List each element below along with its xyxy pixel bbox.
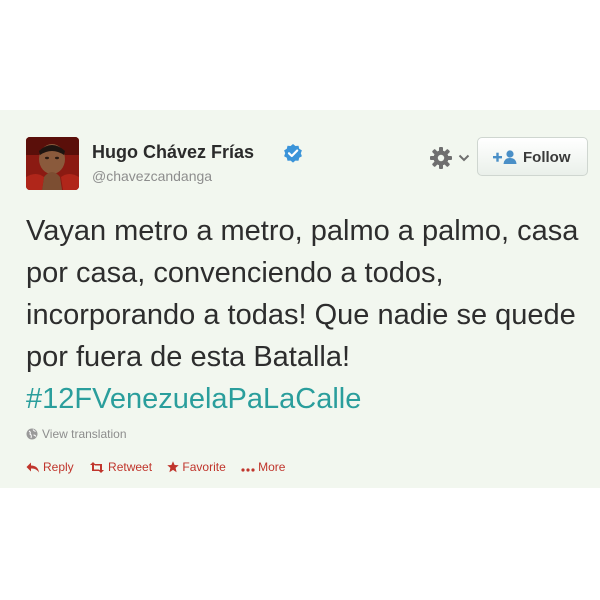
gear-icon bbox=[430, 147, 452, 169]
tweet-card: Hugo Chávez Frías @chavezcandanga Follow… bbox=[0, 110, 600, 488]
more-label: More bbox=[258, 460, 286, 474]
more-dots-icon bbox=[241, 468, 255, 472]
reply-button[interactable]: Reply bbox=[26, 460, 74, 474]
tweet-text: Vayan metro a metro, palmo a palmo, casa… bbox=[26, 210, 586, 420]
globe-icon bbox=[26, 428, 38, 440]
chevron-down-icon bbox=[458, 154, 470, 162]
view-translation-link[interactable]: View translation bbox=[26, 427, 127, 441]
follow-label: Follow bbox=[523, 149, 571, 166]
tweet-body: Vayan metro a metro, palmo a palmo, casa… bbox=[26, 215, 579, 373]
display-name[interactable]: Hugo Chávez Frías bbox=[92, 142, 254, 163]
user-actions-dropdown[interactable] bbox=[429, 146, 471, 170]
more-button[interactable]: More bbox=[241, 460, 285, 474]
avatar[interactable] bbox=[26, 137, 79, 190]
reply-icon bbox=[26, 462, 39, 473]
reply-label: Reply bbox=[43, 460, 74, 474]
tweet-actions: Reply Retweet Favorite More bbox=[26, 460, 297, 474]
star-icon bbox=[167, 461, 180, 473]
user-handle[interactable]: @chavezcandanga bbox=[92, 168, 212, 184]
add-user-icon bbox=[493, 150, 517, 164]
page: Hugo Chávez Frías @chavezcandanga Follow… bbox=[0, 0, 600, 600]
retweet-button[interactable]: Retweet bbox=[89, 460, 152, 474]
favorite-button[interactable]: Favorite bbox=[167, 460, 226, 474]
view-translation-label: View translation bbox=[42, 427, 127, 441]
retweet-label: Retweet bbox=[108, 460, 153, 474]
favorite-label: Favorite bbox=[182, 460, 226, 474]
hashtag-link[interactable]: #12FVenezuelaPaLaCalle bbox=[26, 383, 361, 415]
retweet-icon bbox=[90, 462, 105, 473]
follow-button[interactable]: Follow bbox=[477, 137, 588, 176]
verified-badge-icon bbox=[284, 144, 302, 163]
